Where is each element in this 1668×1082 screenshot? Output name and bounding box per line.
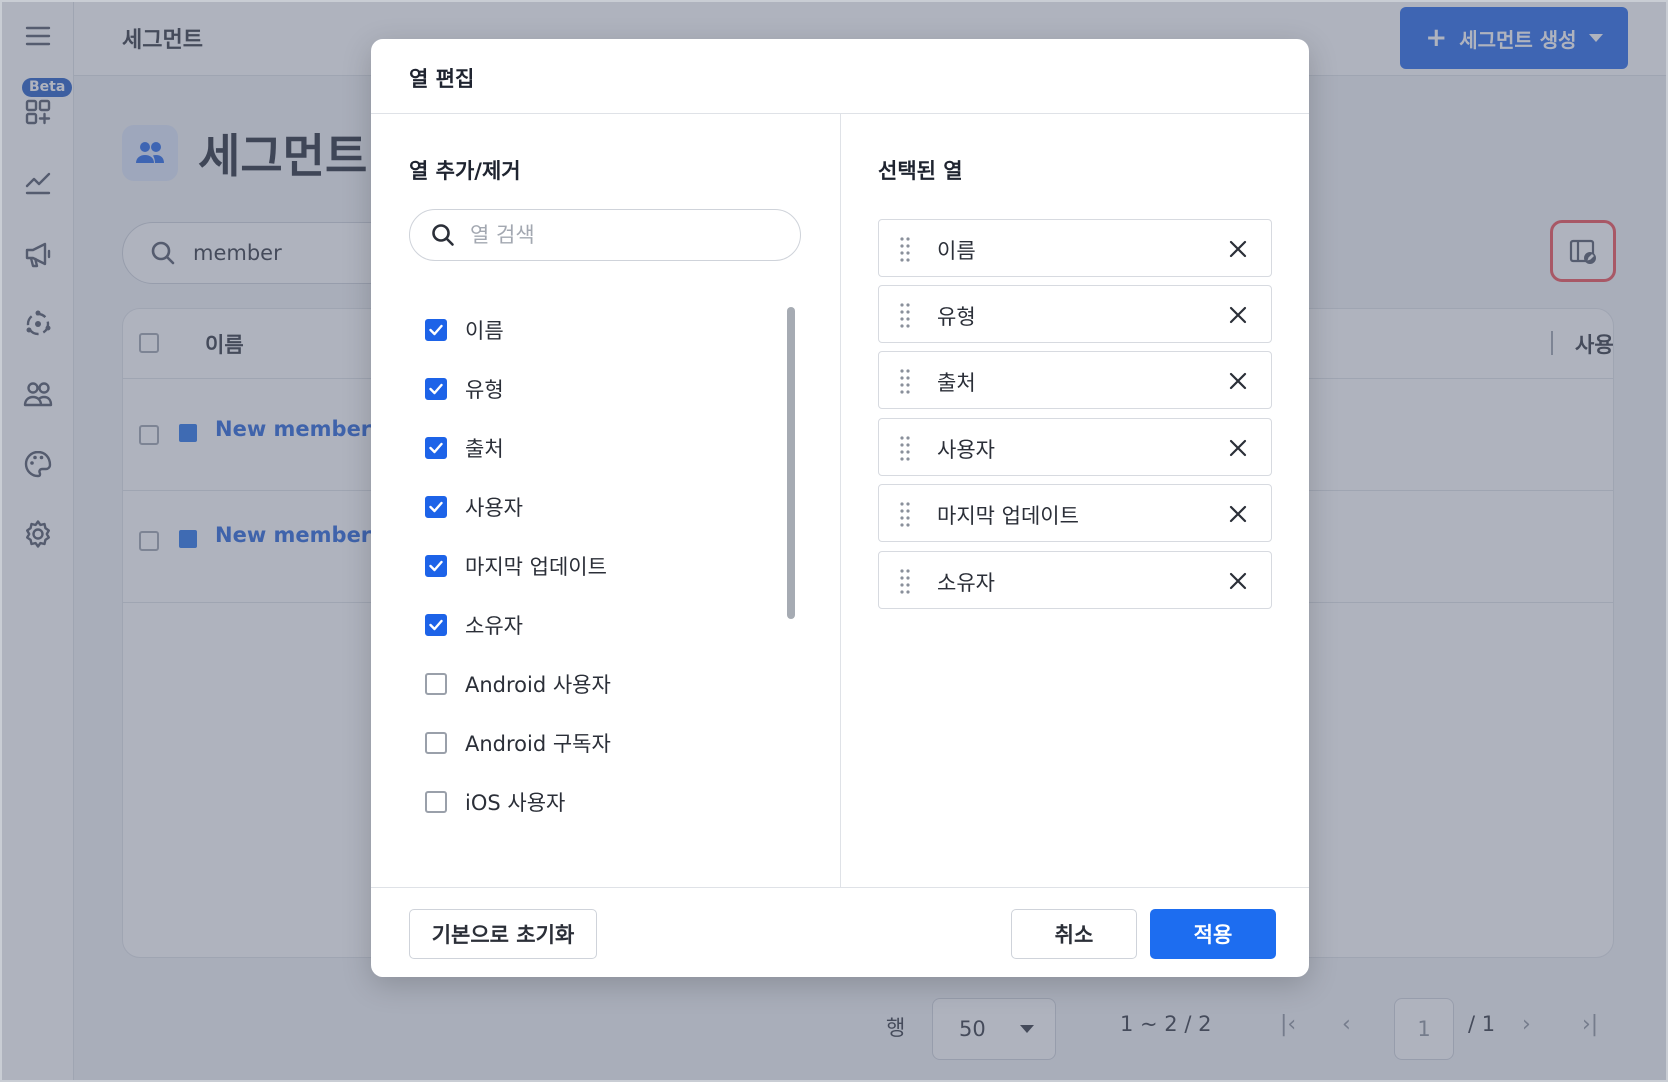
column-option-label: 이름 <box>465 319 504 343</box>
check-icon <box>429 324 443 336</box>
selected-column-item[interactable]: 마지막 업데이트 <box>878 484 1272 542</box>
column-checkbox[interactable] <box>425 732 447 754</box>
column-option[interactable]: 출처 <box>425 428 504 468</box>
drag-handle-icon[interactable] <box>899 368 911 394</box>
close-icon[interactable] <box>1227 570 1249 592</box>
column-option-label: 사용자 <box>465 496 523 520</box>
selected-column-item[interactable]: 소유자 <box>878 551 1272 609</box>
column-checkbox[interactable] <box>425 555 447 577</box>
check-icon <box>429 560 443 572</box>
check-icon <box>429 501 443 513</box>
check-icon <box>429 619 443 631</box>
selected-column-label: 출처 <box>937 371 976 395</box>
selected-column-item[interactable]: 출처 <box>878 351 1272 409</box>
column-option[interactable]: 이름 <box>425 310 504 350</box>
column-option-label: Android 구독자 <box>465 732 611 756</box>
check-icon <box>429 383 443 395</box>
available-columns-title: 열 추가/제거 <box>409 159 521 183</box>
column-search-input[interactable] <box>470 223 770 247</box>
modal-title: 열 편집 <box>409 67 475 91</box>
check-icon <box>429 442 443 454</box>
selected-column-label: 이름 <box>937 239 976 263</box>
column-option[interactable]: 마지막 업데이트 <box>425 546 607 586</box>
scrollbar[interactable] <box>787 307 795 619</box>
drag-handle-icon[interactable] <box>899 501 911 527</box>
column-option[interactable]: 유형 <box>425 369 504 409</box>
drag-handle-icon[interactable] <box>899 568 911 594</box>
column-checkbox[interactable] <box>425 319 447 341</box>
column-checkbox[interactable] <box>425 614 447 636</box>
close-icon[interactable] <box>1227 238 1249 260</box>
selected-column-item[interactable]: 이름 <box>878 219 1272 277</box>
column-option-label: 출처 <box>465 437 504 461</box>
column-checkbox[interactable] <box>425 791 447 813</box>
selected-column-item[interactable]: 유형 <box>878 285 1272 343</box>
column-option-label: Android 사용자 <box>465 673 611 697</box>
column-checkbox[interactable] <box>425 673 447 695</box>
selected-column-label: 소유자 <box>937 571 995 595</box>
reset-to-default-button[interactable]: 기본으로 초기화 <box>409 909 597 959</box>
column-search-field[interactable] <box>409 209 801 261</box>
cancel-button[interactable]: 취소 <box>1011 909 1137 959</box>
selected-column-label: 사용자 <box>937 438 995 462</box>
column-checkbox[interactable] <box>425 437 447 459</box>
selected-column-item[interactable]: 사용자 <box>878 418 1272 476</box>
drag-handle-icon[interactable] <box>899 302 911 328</box>
edit-columns-modal: 열 편집 열 추가/제거 이름 유형 출처 사용자 마지막 업데이트 <box>371 39 1309 977</box>
close-icon[interactable] <box>1227 503 1249 525</box>
apply-button[interactable]: 적용 <box>1150 909 1276 959</box>
column-option-label: 유형 <box>465 378 504 402</box>
close-icon[interactable] <box>1227 370 1249 392</box>
column-option[interactable]: iOS 사용자 <box>425 782 565 822</box>
selected-column-label: 유형 <box>937 305 976 329</box>
divider <box>371 887 1309 888</box>
column-option-label: 소유자 <box>465 614 523 638</box>
drag-handle-icon[interactable] <box>899 435 911 461</box>
selected-column-label: 마지막 업데이트 <box>937 504 1079 528</box>
column-option-label: 마지막 업데이트 <box>465 555 607 579</box>
column-option[interactable]: Android 구독자 <box>425 723 611 763</box>
selected-columns-title: 선택된 열 <box>878 159 963 183</box>
column-option[interactable]: 소유자 <box>425 605 523 645</box>
drag-handle-icon[interactable] <box>899 236 911 262</box>
divider <box>840 113 841 887</box>
column-checkbox[interactable] <box>425 496 447 518</box>
app-frame: Beta 세그먼트 + 세그먼트 생성 <box>0 0 1668 1082</box>
column-checkbox[interactable] <box>425 378 447 400</box>
search-icon <box>432 224 454 246</box>
close-icon[interactable] <box>1227 304 1249 326</box>
close-icon[interactable] <box>1227 437 1249 459</box>
column-option[interactable]: Android 사용자 <box>425 664 611 704</box>
column-option-label: iOS 사용자 <box>465 791 566 815</box>
column-option[interactable]: 사용자 <box>425 487 523 527</box>
